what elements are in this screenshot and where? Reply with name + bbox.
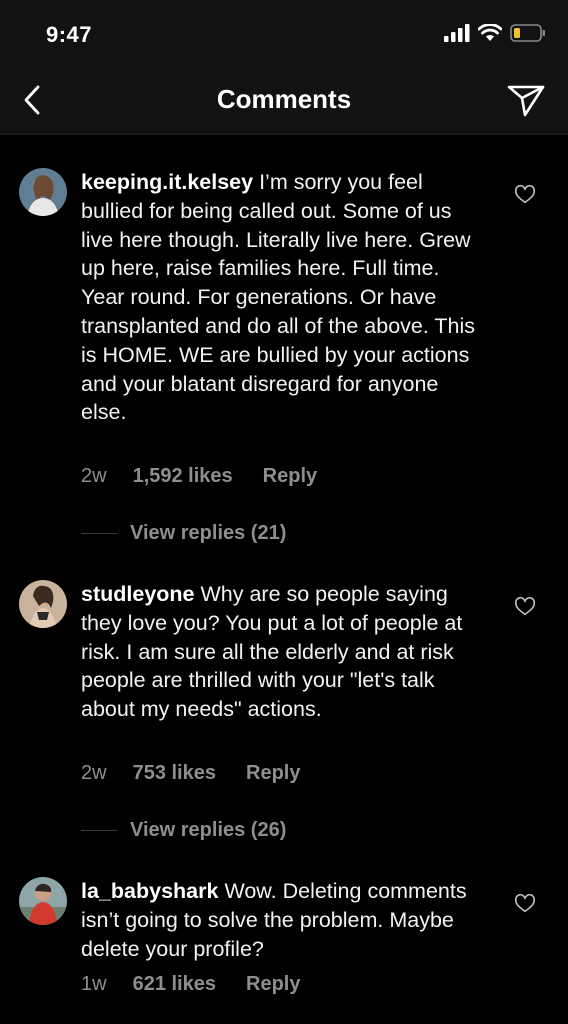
comment-time: 2w: [81, 762, 107, 784]
reply-button[interactable]: Reply: [246, 762, 300, 785]
comment-text-block: la_babyshark Wow. Deleting comments isn’…: [81, 877, 481, 963]
comment-username[interactable]: studleyone: [81, 582, 195, 606]
comment-username[interactable]: la_babyshark: [81, 879, 218, 903]
comment-username[interactable]: keeping.it.kelsey: [81, 170, 253, 194]
view-replies-button[interactable]: View replies (26): [81, 819, 286, 842]
replies-divider: [81, 533, 117, 534]
heart-icon[interactable]: [514, 596, 536, 618]
signal-icon: [444, 24, 470, 42]
send-icon: [507, 85, 545, 117]
avatar[interactable]: [19, 877, 67, 925]
view-replies-label: View replies (21): [130, 522, 287, 544]
avatar-image: [19, 168, 67, 216]
comment-meta: 2w 1,592 likes Reply: [81, 465, 317, 488]
comment-likes[interactable]: 1,592 likes: [133, 465, 233, 488]
comment-meta: 2w 753 likes Reply: [81, 762, 300, 785]
view-replies-label: View replies (26): [130, 819, 287, 841]
page-title: Comments: [216, 84, 352, 114]
reply-button[interactable]: Reply: [263, 465, 317, 488]
status-time: 9:47: [46, 22, 93, 47]
replies-divider: [81, 830, 117, 831]
status-bar: 9:47: [0, 0, 568, 66]
avatar-image: [19, 877, 67, 925]
comments-list: keeping.it.kelsey I’m sorry you feel bul…: [0, 135, 568, 1024]
avatar-image: [19, 580, 67, 628]
comment-meta: 1w 621 likes Reply: [81, 973, 300, 996]
comment-time: 2w: [81, 465, 107, 487]
comment-text-block: studleyone Why are so people saying they…: [81, 580, 481, 724]
comment-likes[interactable]: 753 likes: [133, 762, 216, 785]
share-button[interactable]: [506, 80, 546, 120]
nav-bar: Comments: [0, 66, 568, 135]
view-replies-button[interactable]: View replies (21): [81, 522, 286, 545]
comment-likes[interactable]: 621 likes: [133, 973, 216, 996]
avatar[interactable]: [19, 580, 67, 628]
heart-icon[interactable]: [514, 893, 536, 915]
avatar[interactable]: [19, 168, 67, 216]
comment-text: I’m sorry you feel bullied for being cal…: [81, 170, 476, 425]
battery-icon: [510, 24, 545, 42]
comment-time: 1w: [81, 973, 107, 995]
heart-icon[interactable]: [514, 184, 536, 206]
wifi-icon: [478, 24, 502, 41]
reply-button[interactable]: Reply: [246, 973, 300, 996]
comment-text-block: keeping.it.kelsey I’m sorry you feel bul…: [81, 168, 481, 427]
status-icons: [444, 24, 546, 42]
